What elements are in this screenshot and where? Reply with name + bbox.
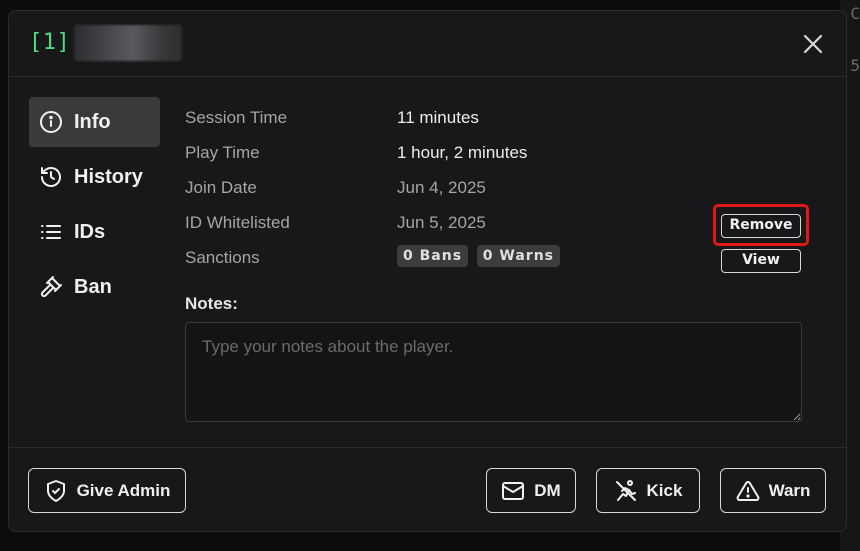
kick-icon (615, 479, 636, 501)
x-icon (803, 34, 823, 54)
sidebar-item-info[interactable]: Info (29, 97, 160, 147)
kick-button[interactable]: Kick (596, 468, 700, 513)
player-id: [1] (29, 30, 71, 55)
shield-check-icon (46, 479, 65, 502)
modal-header: [1] (9, 11, 846, 77)
sidebar-item-ids[interactable]: IDs (29, 207, 160, 257)
player-name-redacted (74, 25, 182, 61)
modal-footer: Give Admin DM Kick Warn (9, 447, 846, 533)
notes-input[interactable] (185, 322, 802, 422)
button-label: DM (534, 480, 561, 500)
info-value: Jun 5, 2025 (397, 213, 486, 232)
button-label: Kick (646, 480, 683, 500)
info-value: 1 hour, 2 minutes (397, 143, 528, 162)
warns-badge: 0 Warns (476, 245, 560, 267)
sidebar-item-label: Info (74, 110, 111, 133)
info-label: Play Time (185, 143, 260, 162)
list-icon (41, 225, 61, 239)
info-label: ID Whitelisted (185, 213, 290, 232)
player-modal: [1] Info History IDs Ban Session Time 11… (8, 10, 847, 532)
background-edge-text: C (850, 4, 860, 23)
info-row: Session Time 11 minutes (185, 108, 825, 134)
warning-triangle-icon (736, 480, 759, 501)
sidebar-item-label: History (74, 165, 143, 188)
close-button[interactable] (802, 33, 824, 55)
button-label: Give Admin (76, 480, 171, 500)
sidebar-item-label: IDs (74, 220, 106, 243)
view-sanctions-button[interactable]: View (721, 249, 801, 273)
info-label: Session Time (185, 108, 288, 127)
button-label: Warn (768, 480, 811, 500)
sidebar: Info History IDs Ban (29, 97, 160, 317)
info-row: Play Time 1 hour, 2 minutes (185, 143, 825, 169)
dm-button[interactable]: DM (486, 468, 576, 513)
gavel-icon (40, 276, 62, 298)
info-circle-icon (40, 111, 62, 133)
info-value: 11 minutes (397, 108, 479, 127)
sidebar-item-label: Ban (74, 275, 112, 298)
info-label: Sanctions (185, 248, 260, 267)
notes-label: Notes: (185, 294, 238, 313)
info-row: Join Date Jun 4, 2025 (185, 178, 825, 204)
sanctions-badges: 0 Bans 0 Warns (397, 245, 564, 267)
mail-icon (502, 481, 525, 500)
sidebar-item-history[interactable]: History (29, 152, 160, 202)
warn-button[interactable]: Warn (720, 468, 826, 513)
sidebar-item-ban[interactable]: Ban (29, 262, 160, 312)
info-label: Join Date (185, 178, 257, 197)
info-value: Jun 4, 2025 (397, 178, 486, 197)
history-icon (41, 167, 61, 187)
background-edge-text: 5 (850, 56, 860, 75)
remove-whitelist-button[interactable]: Remove (721, 214, 801, 238)
give-admin-button[interactable]: Give Admin (28, 468, 186, 513)
bans-badge: 0 Bans (397, 245, 469, 267)
